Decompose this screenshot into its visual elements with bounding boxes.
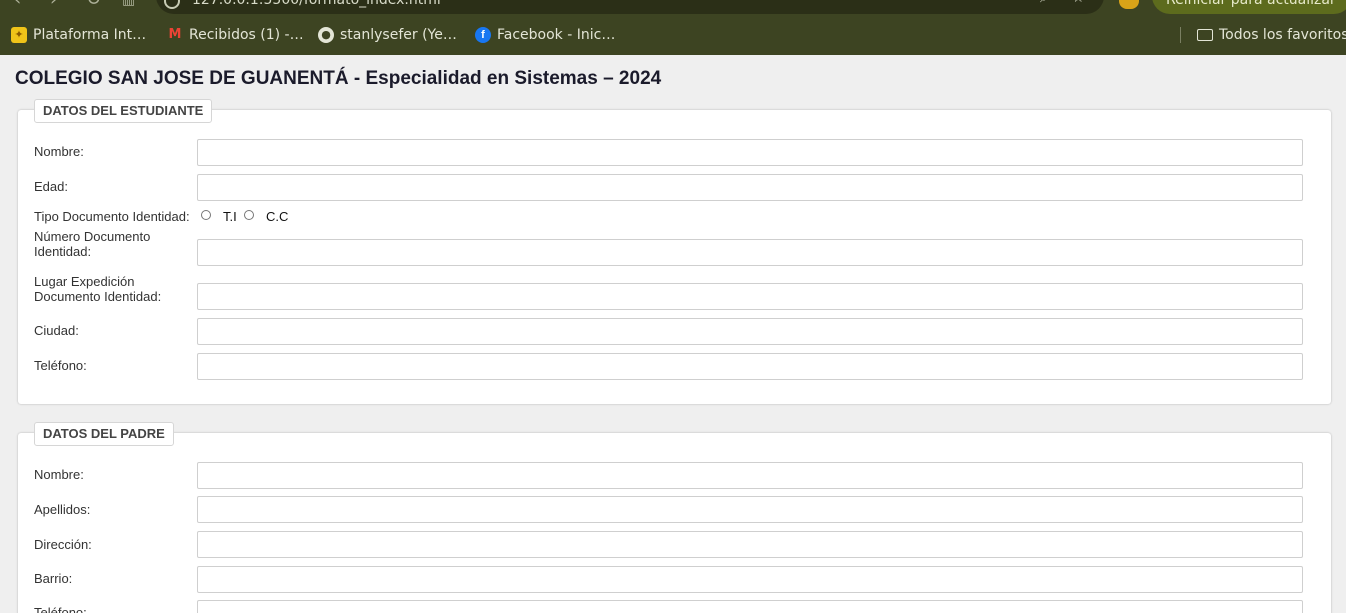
puzzle-icon: ✦ — [11, 27, 27, 43]
bookmark-facebook[interactable]: f Facebook - Inic… — [475, 25, 615, 45]
father-surname-input[interactable] — [197, 496, 1303, 523]
address-bar[interactable]: 127.0.0.1:5500/formato_index.html ⌕ ☆ — [156, 0, 1104, 14]
father-surname-label: Apellidos: — [34, 502, 91, 517]
facebook-icon: f — [475, 27, 491, 43]
doc-type-ti-radio[interactable] — [201, 210, 211, 220]
tab-grid-icon[interactable]: ▥ — [122, 0, 135, 9]
student-age-label: Edad: — [34, 179, 68, 194]
update-button-label: Reiniciar para actualizar — [1166, 0, 1336, 8]
doc-type-cc-radio[interactable] — [244, 210, 254, 220]
student-city-label: Ciudad: — [34, 323, 79, 338]
bookmark-label: stanlysefer (Ye… — [340, 27, 457, 43]
student-doc-number-label: Número Documento Identidad: — [34, 229, 151, 259]
star-icon[interactable]: ☆ — [1072, 0, 1085, 6]
all-bookmarks-label: Todos los favoritos — [1219, 27, 1346, 43]
father-section-legend: DATOS DEL PADRE — [34, 422, 174, 446]
student-data-section: DATOS DEL ESTUDIANTE Nombre: Edad: Tipo … — [18, 99, 1331, 404]
bookmarks-bar: ✦ Plataforma Int… M Recibidos (1) -… ● s… — [0, 15, 1346, 55]
student-doc-type-label: Tipo Documento Identidad: — [34, 209, 190, 224]
father-neighborhood-input[interactable] — [197, 566, 1303, 593]
page-title: COLEGIO SAN JOSE DE GUANENTÁ - Especiali… — [15, 68, 662, 89]
father-neighborhood-label: Barrio: — [34, 571, 73, 586]
student-phone-label: Teléfono: — [34, 358, 87, 373]
search-icon[interactable]: ⌕ — [1040, 0, 1048, 6]
extension-icon[interactable] — [1119, 0, 1139, 9]
student-city-input[interactable] — [197, 318, 1303, 345]
bookmark-label: Facebook - Inic… — [497, 27, 616, 43]
student-doc-number-input[interactable] — [197, 239, 1303, 266]
father-phone-label: Teléfono: — [34, 605, 87, 613]
forward-icon[interactable]: › — [50, 0, 57, 9]
bookmarks-separator — [1180, 27, 1181, 43]
father-name-label: Nombre: — [34, 467, 84, 482]
student-doc-place-label: Lugar Expedición Documento Identidad: — [34, 274, 162, 304]
father-name-input[interactable] — [197, 462, 1303, 489]
site-info-icon[interactable] — [164, 0, 180, 9]
url-text[interactable]: 127.0.0.1:5500/formato_index.html — [192, 0, 441, 8]
bookmark-label: Recibidos (1) -… — [189, 27, 304, 43]
update-button[interactable]: Reiniciar para actualizar — [1152, 0, 1346, 14]
gmail-icon: M — [168, 27, 182, 42]
bookmark-github[interactable]: ● stanlysefer (Ye… — [318, 25, 457, 45]
student-section-legend: DATOS DEL ESTUDIANTE — [34, 99, 213, 123]
father-address-input[interactable] — [197, 531, 1303, 558]
student-name-input[interactable] — [197, 139, 1303, 166]
father-data-section: DATOS DEL PADRE Nombre: Apellidos: Direc… — [18, 422, 1331, 613]
student-doc-place-input[interactable] — [197, 283, 1303, 310]
doc-type-cc-label[interactable]: C.C — [266, 209, 288, 224]
bookmark-label: Plataforma Int… — [33, 27, 147, 43]
father-address-label: Dirección: — [34, 537, 92, 552]
father-phone-input[interactable] — [197, 600, 1303, 613]
bookmark-gmail[interactable]: M Recibidos (1) -… — [167, 25, 304, 45]
doc-type-ti-label[interactable]: T.I — [223, 209, 237, 224]
student-age-input[interactable] — [197, 174, 1303, 201]
student-phone-input[interactable] — [197, 353, 1303, 380]
bookmark-plataforma[interactable]: ✦ Plataforma Int… — [11, 25, 146, 45]
github-icon: ● — [318, 27, 334, 43]
page-content: COLEGIO SAN JOSE DE GUANENTÁ - Especiali… — [0, 55, 1346, 613]
folder-icon — [1197, 29, 1213, 41]
browser-toolbar: ‹ › ↻ ▥ 127.0.0.1:5500/formato_index.htm… — [0, 0, 1346, 15]
back-icon[interactable]: ‹ — [14, 0, 21, 9]
student-name-label: Nombre: — [34, 144, 84, 159]
reload-icon[interactable]: ↻ — [86, 0, 101, 9]
all-bookmarks-button[interactable]: Todos los favoritos — [1197, 25, 1346, 45]
